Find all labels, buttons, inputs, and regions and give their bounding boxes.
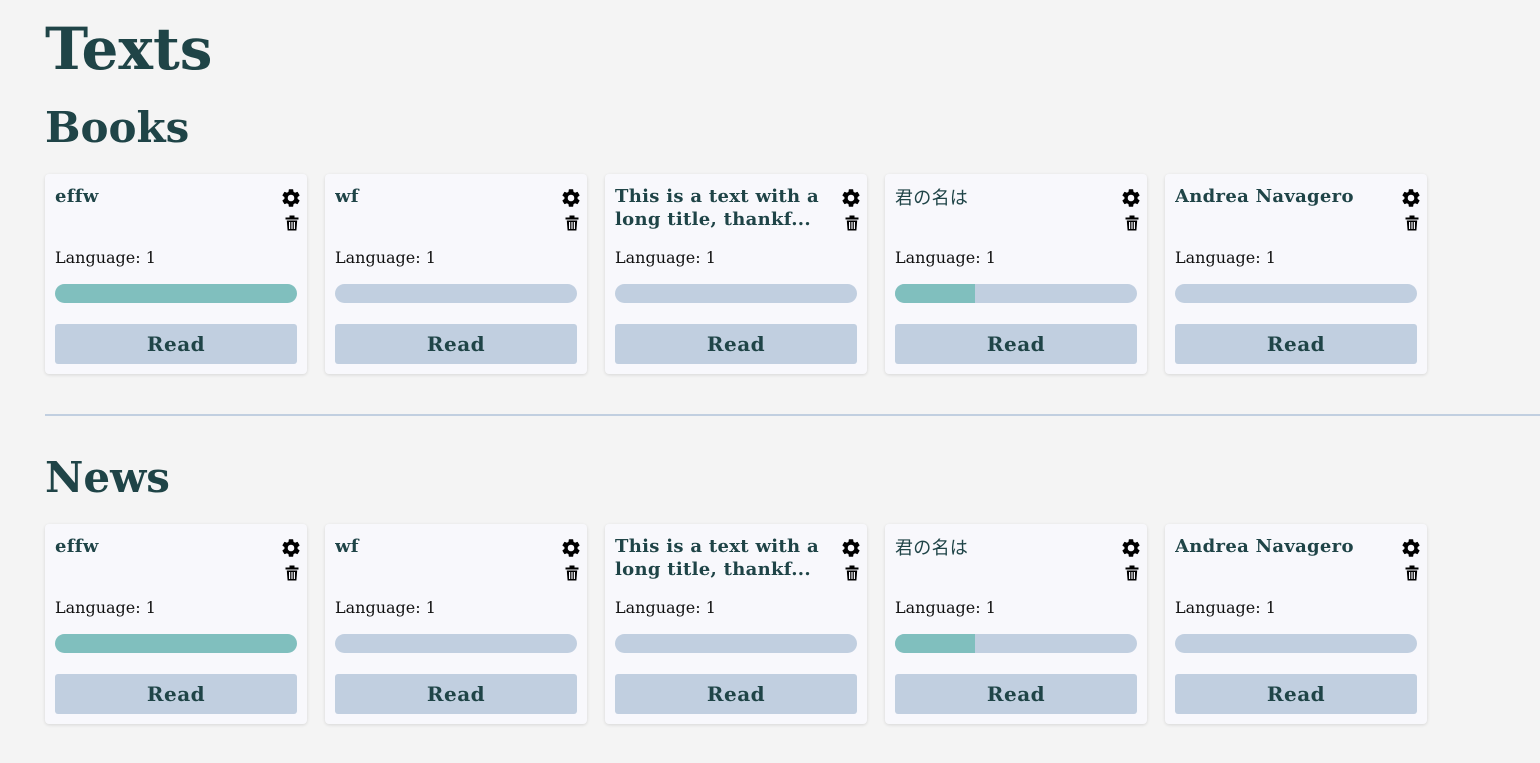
language-label: Language: 1 <box>1175 248 1276 267</box>
trash-icon[interactable] <box>565 565 579 581</box>
reading-progress-bar <box>1175 634 1417 653</box>
section-title: Books <box>45 103 190 152</box>
reading-progress-bar <box>895 634 1137 653</box>
reading-progress-bar <box>335 284 577 303</box>
reading-progress-bar <box>55 284 297 303</box>
reading-progress-bar <box>1175 284 1417 303</box>
gear-icon[interactable] <box>1120 537 1142 559</box>
read-button[interactable]: Read <box>1175 324 1417 364</box>
read-button[interactable]: Read <box>55 674 297 714</box>
texts-page: Texts Books effw Language: 1 Read wf Lan… <box>0 0 1540 763</box>
text-card: Andrea Navagero Language: 1 Read <box>1165 524 1427 724</box>
card-title[interactable]: Andrea Navagero <box>1175 535 1387 558</box>
reading-progress-bar <box>335 634 577 653</box>
section-news: News effw Language: 1 Read wf Language: … <box>45 453 1427 724</box>
text-card: 君の名は Language: 1 Read <box>885 524 1147 724</box>
gear-icon[interactable] <box>1400 187 1422 209</box>
trash-icon[interactable] <box>1125 215 1139 231</box>
section-title: News <box>45 453 170 502</box>
text-card: wf Language: 1 Read <box>325 524 587 724</box>
language-label: Language: 1 <box>335 598 436 617</box>
trash-icon[interactable] <box>845 565 859 581</box>
card-title[interactable]: wf <box>335 185 547 208</box>
gear-icon[interactable] <box>1400 537 1422 559</box>
read-button[interactable]: Read <box>615 674 857 714</box>
language-label: Language: 1 <box>895 248 996 267</box>
progress-fill <box>895 634 975 653</box>
language-label: Language: 1 <box>335 248 436 267</box>
card-title[interactable]: This is a text with a long title, thankf… <box>615 185 827 231</box>
progress-fill <box>895 284 975 303</box>
trash-icon[interactable] <box>285 215 299 231</box>
language-label: Language: 1 <box>55 598 156 617</box>
progress-fill <box>55 284 297 303</box>
card-title[interactable]: Andrea Navagero <box>1175 185 1387 208</box>
gear-icon[interactable] <box>280 187 302 209</box>
card-title[interactable]: 君の名は <box>895 537 1107 560</box>
trash-icon[interactable] <box>1405 215 1419 231</box>
trash-icon[interactable] <box>1405 565 1419 581</box>
trash-icon[interactable] <box>845 215 859 231</box>
gear-icon[interactable] <box>840 187 862 209</box>
card-title[interactable]: wf <box>335 535 547 558</box>
reading-progress-bar <box>615 284 857 303</box>
text-card: 君の名は Language: 1 Read <box>885 174 1147 374</box>
read-button[interactable]: Read <box>615 324 857 364</box>
language-label: Language: 1 <box>615 248 716 267</box>
trash-icon[interactable] <box>565 215 579 231</box>
reading-progress-bar <box>895 284 1137 303</box>
read-button[interactable]: Read <box>1175 674 1417 714</box>
language-label: Language: 1 <box>55 248 156 267</box>
text-card: This is a text with a long title, thankf… <box>605 524 867 724</box>
card-title[interactable]: effw <box>55 535 267 558</box>
trash-icon[interactable] <box>1125 565 1139 581</box>
reading-progress-bar <box>55 634 297 653</box>
text-card: wf Language: 1 Read <box>325 174 587 374</box>
read-button[interactable]: Read <box>895 324 1137 364</box>
section-divider <box>45 414 1540 416</box>
gear-icon[interactable] <box>1120 187 1142 209</box>
section-books: Books effw Language: 1 Read wf Language:… <box>45 103 1427 374</box>
gear-icon[interactable] <box>560 187 582 209</box>
language-label: Language: 1 <box>1175 598 1276 617</box>
text-card: effw Language: 1 Read <box>45 174 307 374</box>
card-title[interactable]: effw <box>55 185 267 208</box>
reading-progress-bar <box>615 634 857 653</box>
read-button[interactable]: Read <box>55 324 297 364</box>
language-label: Language: 1 <box>615 598 716 617</box>
gear-icon[interactable] <box>840 537 862 559</box>
text-card: This is a text with a long title, thankf… <box>605 174 867 374</box>
read-button[interactable]: Read <box>335 324 577 364</box>
read-button[interactable]: Read <box>895 674 1137 714</box>
page-title: Texts <box>45 15 213 83</box>
text-card: effw Language: 1 Read <box>45 524 307 724</box>
gear-icon[interactable] <box>560 537 582 559</box>
card-list: effw Language: 1 Read wf Language: 1 Rea… <box>45 524 1427 724</box>
card-list: effw Language: 1 Read wf Language: 1 Rea… <box>45 174 1427 374</box>
card-title[interactable]: 君の名は <box>895 187 1107 210</box>
gear-icon[interactable] <box>280 537 302 559</box>
trash-icon[interactable] <box>285 565 299 581</box>
card-title[interactable]: This is a text with a long title, thankf… <box>615 535 827 581</box>
text-card: Andrea Navagero Language: 1 Read <box>1165 174 1427 374</box>
progress-fill <box>55 634 297 653</box>
language-label: Language: 1 <box>895 598 996 617</box>
read-button[interactable]: Read <box>335 674 577 714</box>
